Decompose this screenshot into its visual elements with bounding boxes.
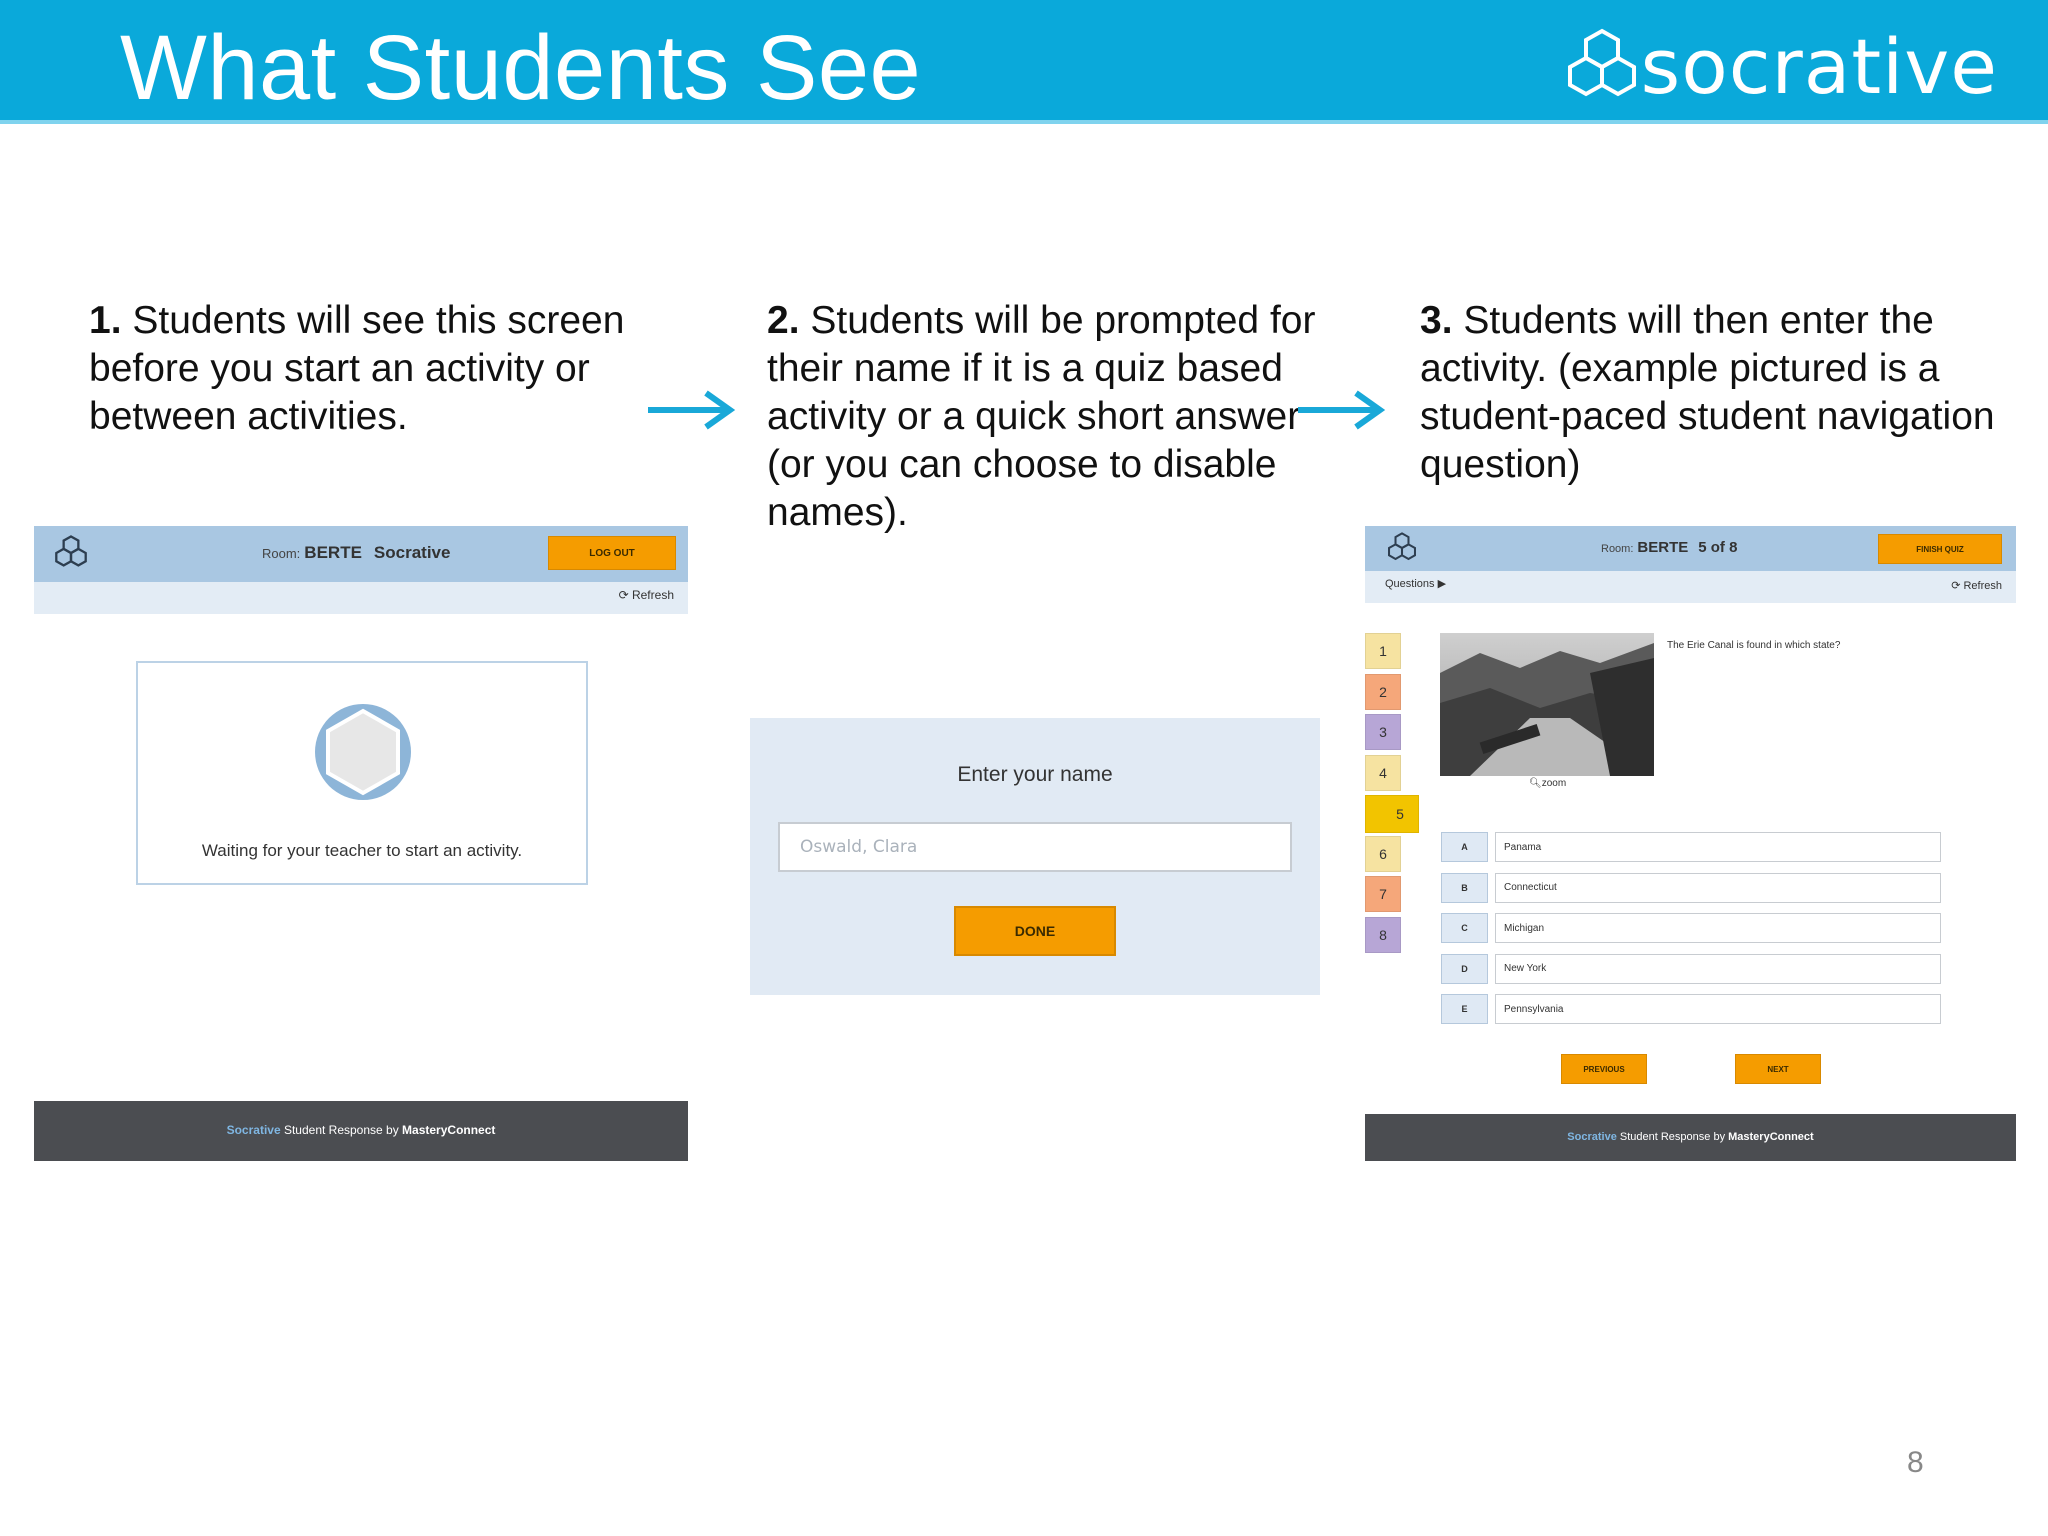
slide-header: What Students See socrative <box>0 0 2048 124</box>
top-bar: Room: BERTE 5 of 8 FINISH QUIZ <box>1365 526 2016 571</box>
question-number-7[interactable]: 7 <box>1365 876 1401 912</box>
zoom-link[interactable]: 🔍︎zoom <box>1529 778 1566 789</box>
zoom-label: zoom <box>1541 778 1567 789</box>
footer-middle: Student Response by <box>1616 1131 1729 1143</box>
footer-company: MasteryConnect <box>402 1123 496 1137</box>
arrow-right-icon <box>648 390 736 430</box>
option-letter-c[interactable]: C <box>1441 913 1488 943</box>
question-number-6[interactable]: 6 <box>1365 835 1401 872</box>
step-1-text: 1. Students will see this screen before … <box>89 297 669 441</box>
top-bar: Room: BERTE Socrative LOG OUT <box>34 526 688 582</box>
page-number: 8 <box>1907 1446 1924 1479</box>
brand-name: socrative <box>1640 22 1998 111</box>
footer-brand: Socrative <box>1567 1131 1617 1143</box>
refresh-label: Refresh <box>631 588 674 602</box>
option-letter-e[interactable]: E <box>1441 994 1488 1024</box>
brand-logo: socrative <box>1565 22 1998 111</box>
waiting-screen: Room: BERTE Socrative LOG OUT ⟳ Refresh Wa… <box>34 526 688 1161</box>
next-button[interactable]: NEXT <box>1735 1054 1821 1084</box>
step-2-body: Students will be prompted for their name… <box>767 299 1316 534</box>
step-1-body: Students will see this screen before you… <box>89 299 625 438</box>
arrow-right-icon <box>1298 390 1386 430</box>
option-letter-d[interactable]: D <box>1441 953 1488 984</box>
refresh-link[interactable]: ⟳ Refresh <box>619 588 674 602</box>
step-3-body: Students will then enter the activity. (… <box>1420 299 1995 486</box>
socrative-logo-icon <box>1388 532 1416 561</box>
question-number-1[interactable]: 1 <box>1365 633 1401 669</box>
logout-button[interactable]: LOG OUT <box>548 536 676 570</box>
finish-quiz-button[interactable]: FINISH QUIZ <box>1878 534 2002 564</box>
name-input[interactable] <box>778 822 1292 872</box>
footer-bar: Socrative Student Response by MasteryCon… <box>34 1101 688 1161</box>
question-number-2[interactable]: 2 <box>1365 673 1401 710</box>
sub-bar: Questions ▶ ⟳ Refresh <box>1365 571 2016 603</box>
option-answer-d[interactable]: New York <box>1495 953 1941 984</box>
quiz-screen: Room: BERTE 5 of 8 FINISH QUIZ Questions ▶… <box>1365 526 2016 1161</box>
refresh-link[interactable]: ⟳ Refresh <box>1951 579 2002 592</box>
question-number-3[interactable]: 3 <box>1365 714 1401 750</box>
question-number-4[interactable]: 4 <box>1365 754 1401 791</box>
footer-bar: Socrative Student Response by MasteryCon… <box>1365 1114 2016 1161</box>
footer-company: MasteryConnect <box>1728 1131 1814 1143</box>
footer-middle: Student Response by <box>280 1123 403 1137</box>
room-code: BERTE <box>1637 539 1689 556</box>
done-button[interactable]: DONE <box>954 906 1116 956</box>
option-answer-a[interactable]: Panama <box>1495 832 1941 862</box>
room-info: Room: BERTE Socrative <box>262 543 450 563</box>
erie-canal-photo <box>1440 633 1654 776</box>
enter-name-prompt: Enter your name <box>957 763 1113 786</box>
option-answer-b[interactable]: Connecticut <box>1495 872 1941 903</box>
refresh-label: Refresh <box>1963 580 2002 592</box>
progress-indicator: 5 of 8 <box>1698 539 1738 556</box>
waiting-message: Waiting for your teacher to start an act… <box>201 841 523 860</box>
option-letter-b[interactable]: B <box>1441 872 1488 903</box>
photo-image <box>1440 633 1654 776</box>
hexagon-icon <box>315 704 411 800</box>
room-name: Socrative <box>373 543 451 562</box>
sub-bar: ⟳ Refresh <box>34 582 688 614</box>
option-answer-e[interactable]: Pennsylvania <box>1495 994 1941 1024</box>
question-number-5[interactable]: 5 <box>1365 795 1419 833</box>
option-answer-c[interactable]: Michigan <box>1495 913 1941 943</box>
previous-button[interactable]: PREVIOUS <box>1561 1054 1647 1084</box>
slide-title: What Students See <box>120 17 922 119</box>
enter-name-screen: Enter your name DONE <box>750 718 1320 995</box>
question-number-8[interactable]: 8 <box>1365 916 1401 953</box>
step-2-number: 2. <box>767 299 800 342</box>
room-label: Room: <box>262 546 301 561</box>
step-2-text: 2. Students will be prompted for their n… <box>767 297 1327 537</box>
room-label: Room: <box>1601 543 1634 555</box>
zoom-icon: 🔍︎ <box>1529 778 1542 789</box>
questions-toggle[interactable]: Questions ▶ <box>1385 577 1446 590</box>
step-1-number: 1. <box>89 299 122 342</box>
room-info: Room: BERTE 5 of 8 <box>1601 539 1737 556</box>
footer-brand: Socrative <box>226 1123 281 1137</box>
room-code: BERTE <box>304 543 362 562</box>
waiting-card: Waiting for your teacher to start an act… <box>136 661 588 885</box>
step-3-number: 3. <box>1420 299 1453 342</box>
question-text: The Erie Canal is found in which state? <box>1667 640 1841 651</box>
step-3-text: 3. Students will then enter the activity… <box>1420 297 2020 489</box>
socrative-logo-icon <box>55 535 87 567</box>
socrative-logo-icon <box>1567 28 1636 96</box>
option-letter-a[interactable]: A <box>1441 832 1488 862</box>
